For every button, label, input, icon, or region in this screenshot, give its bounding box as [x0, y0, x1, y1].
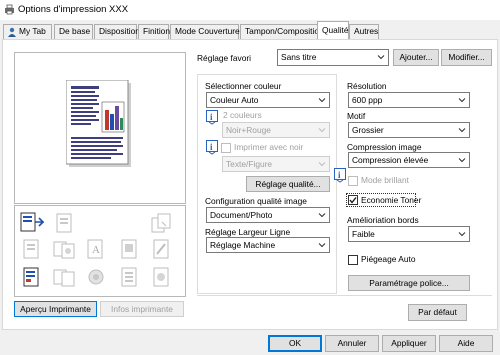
pattern-value: Grossier: [352, 125, 384, 135]
two-colors-dropdown[interactable]: Noir+Rouge: [222, 122, 330, 138]
toner-save-checkbox[interactable]: [348, 195, 358, 205]
auto-trapping-checkbox[interactable]: [348, 255, 358, 265]
tab-tampon-composition[interactable]: Tampon/Composition: [240, 24, 324, 39]
ok-button[interactable]: OK: [268, 335, 322, 352]
user-icon: [8, 27, 16, 37]
tab-my-tab[interactable]: My Tab: [3, 24, 52, 39]
edge-enhancement-value: Faible: [352, 229, 375, 239]
tab-label: My Tab: [19, 26, 46, 36]
pattern-dropdown[interactable]: Grossier: [348, 122, 470, 138]
color-document-icon[interactable]: [20, 212, 44, 234]
chevron-down-icon: [318, 213, 326, 218]
image-compression-label: Compression image: [347, 142, 422, 152]
edit-favorite-button[interactable]: Modifier...: [441, 49, 492, 66]
tab-qualite[interactable]: Qualité: [317, 21, 349, 40]
tab-label: Mode Couverture: [175, 26, 240, 36]
glossy-mode-checkbox[interactable]: [348, 176, 358, 186]
tab-label: Disposition: [99, 26, 140, 36]
color-profile-icon: [153, 267, 169, 287]
tab-label: De base: [59, 26, 91, 36]
pattern-page-icon: [53, 241, 75, 259]
printer-info-button[interactable]: Infos imprimante: [100, 301, 184, 317]
glossy-mode-label: Mode brillant: [361, 175, 409, 185]
printer-app-icon: [5, 4, 14, 15]
info-icon: i: [206, 140, 218, 155]
chevron-down-icon: [458, 128, 466, 133]
tab-de-base[interactable]: De base: [54, 24, 93, 39]
default-button[interactable]: Par défaut: [408, 304, 467, 321]
font-settings-button[interactable]: Paramétrage police...: [348, 275, 470, 291]
tab-label: Qualité: [322, 25, 349, 35]
grayscale-document-icon: [56, 213, 72, 233]
tab-label: Autres: [354, 26, 379, 36]
line-width-label: Réglage Largeur Ligne: [205, 227, 291, 237]
tab-autres[interactable]: Autres: [349, 24, 379, 39]
image-quality-config-dropdown[interactable]: Document/Photo: [206, 207, 330, 223]
checkmark-icon: [349, 197, 357, 204]
select-color-label: Sélectionner couleur: [205, 81, 282, 91]
text-outline-icon: [23, 239, 39, 259]
edge-enhancement-label: Amélioriation bords: [347, 215, 419, 225]
gray-color-page-icon: [151, 213, 171, 233]
print-with-black-checkbox[interactable]: [221, 143, 231, 153]
image-quality-config-value: Document/Photo: [210, 210, 273, 220]
favorite-setting-select[interactable]: Sans titre: [277, 49, 389, 66]
black-overprint-icon: [121, 267, 137, 287]
toner-save-icon[interactable]: [20, 266, 44, 288]
tab-mode-couverture[interactable]: Mode Couverture: [170, 24, 240, 39]
chevron-down-icon: [458, 232, 466, 237]
resolution-icon: [121, 239, 137, 259]
printer-view-button[interactable]: Aperçu Imprimante: [14, 301, 97, 317]
edge-icon: [153, 239, 169, 259]
window-title: Options d'impression XXX: [18, 4, 129, 15]
image-quality-config-label: Configuration qualité image: [205, 196, 307, 206]
two-colors-value: Noir+Rouge: [226, 125, 271, 135]
select-color-dropdown[interactable]: Couleur Auto: [206, 92, 330, 108]
chevron-down-icon: [318, 243, 326, 248]
add-favorite-button[interactable]: Ajouter...: [393, 49, 439, 66]
cancel-button[interactable]: Annuler: [325, 335, 379, 352]
tab-disposition[interactable]: Disposition: [94, 24, 140, 39]
chevron-down-icon: [318, 98, 326, 103]
chevron-down-icon: [377, 55, 385, 60]
chevron-down-icon: [458, 98, 466, 103]
line-width-dropdown[interactable]: Réglage Machine: [206, 237, 330, 253]
resolution-dropdown[interactable]: 600 ppp: [348, 92, 470, 108]
info-icon: i: [206, 110, 218, 125]
favorite-setting-label: Réglage favori: [197, 53, 252, 63]
pattern-label: Motif: [347, 111, 366, 121]
glossy-icon: [53, 269, 75, 287]
quality-settings-button[interactable]: Réglage qualité...: [246, 176, 330, 192]
resolution-label: Résolution: [347, 81, 387, 91]
print-with-black-value: Texte/Figure: [226, 159, 273, 169]
edge-enhancement-dropdown[interactable]: Faible: [348, 226, 470, 242]
two-colors-label: 2 couleurs: [223, 110, 262, 120]
auto-trapping-label: Piégeage Auto: [361, 254, 416, 264]
page-preview-image: [66, 80, 131, 167]
favorite-setting-value: Sans titre: [281, 52, 317, 62]
select-color-value: Couleur Auto: [210, 95, 259, 105]
info-icon: i: [334, 168, 346, 183]
toner-save-label: Economie Toner: [361, 195, 422, 205]
print-with-black-label: Imprimer avec noir: [234, 142, 304, 152]
print-with-black-dropdown[interactable]: Texte/Figure: [222, 156, 330, 172]
image-compression-value: Compression élevée: [352, 155, 429, 165]
tab-label: Finition: [143, 26, 170, 36]
image-compression-dropdown[interactable]: Compression élevée: [348, 152, 470, 168]
tab-label: Tampon/Composition: [245, 26, 324, 36]
font-a-icon: A: [87, 239, 103, 259]
resolution-value: 600 ppp: [352, 95, 383, 105]
line-width-value: Réglage Machine: [210, 240, 276, 250]
separator: [197, 295, 492, 296]
chevron-down-icon: [318, 128, 326, 133]
svg-text:A: A: [92, 244, 100, 256]
help-button[interactable]: Aide: [439, 335, 493, 352]
tab-finition[interactable]: Finition: [138, 24, 170, 39]
chevron-down-icon: [458, 158, 466, 163]
auto-trapping-icon: [88, 269, 104, 285]
chevron-down-icon: [318, 162, 326, 167]
apply-button[interactable]: Appliquer: [382, 335, 436, 352]
